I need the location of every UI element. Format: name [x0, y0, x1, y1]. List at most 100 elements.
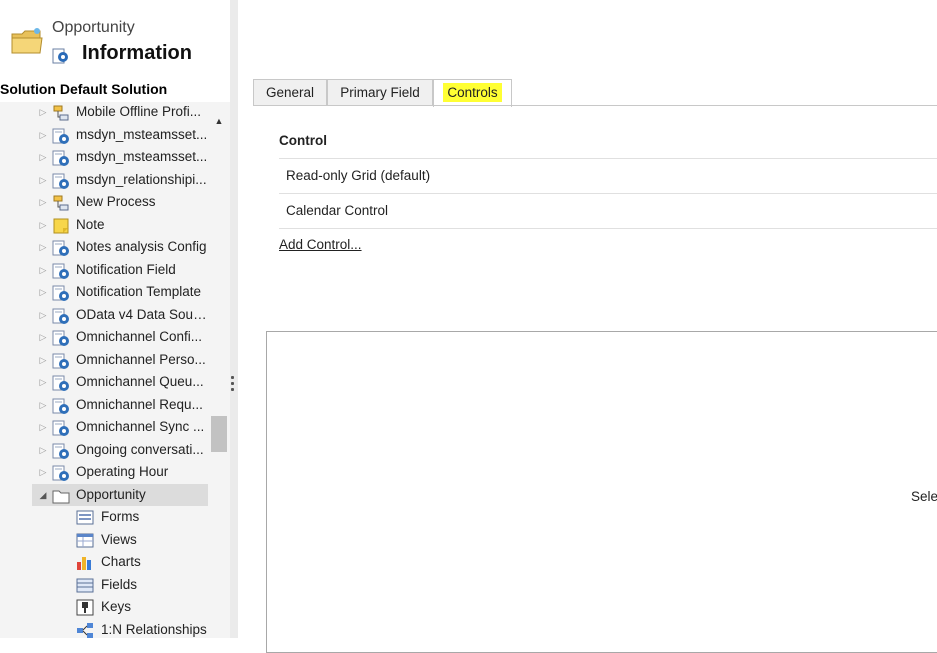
tab-controls[interactable]: Controls: [433, 79, 512, 107]
tree-item-label: Notes analysis Config: [76, 239, 207, 254]
entity-gear-icon: [52, 397, 70, 415]
expand-arrow-icon[interactable]: ▷: [38, 169, 48, 191]
entity-gear-icon: [52, 172, 70, 190]
tree-item[interactable]: ▷ Mobile Offline Profi...: [32, 102, 208, 123]
expand-arrow-icon[interactable]: ▷: [38, 102, 48, 123]
expand-arrow-icon[interactable]: ▷: [38, 259, 48, 281]
control-row-label: Read-only Grid (default): [286, 168, 431, 183]
collapse-arrow-icon[interactable]: ◢: [38, 484, 48, 506]
tab-primary-field[interactable]: Primary Field: [327, 79, 433, 106]
expand-arrow-icon[interactable]: ▷: [38, 439, 48, 461]
entity-gear-icon: [52, 352, 70, 370]
relationships-icon: [76, 622, 94, 639]
expand-arrow-icon[interactable]: ▷: [38, 349, 48, 371]
tree-item[interactable]: ▷ Omnichannel Confi...: [32, 326, 208, 348]
process-icon: [52, 194, 70, 212]
forms-icon: [76, 509, 94, 526]
entity-gear-icon: [52, 464, 70, 482]
tree-item-label: OData v4 Data Sour...: [76, 306, 208, 322]
expand-arrow-icon[interactable]: ▷: [38, 461, 48, 483]
tree-item-label: Notification Template: [76, 284, 202, 299]
expand-arrow-icon[interactable]: ▷: [38, 394, 48, 416]
tree-item[interactable]: ◢ Opportunity: [32, 483, 208, 506]
entity-gear-icon: [52, 127, 70, 145]
expand-arrow-icon[interactable]: ▷: [38, 416, 48, 438]
tab-label: Controls: [443, 83, 502, 102]
tree-item[interactable]: ▷ Omnichannel Perso...: [32, 349, 208, 371]
expand-arrow-icon[interactable]: ▷: [38, 124, 48, 146]
add-control-link[interactable]: Add Control...: [279, 237, 362, 252]
entity-gear-icon: [52, 239, 70, 257]
tree-item[interactable]: ▷ Omnichannel Queu...: [32, 371, 208, 393]
control-row-label: Calendar Control: [286, 203, 389, 218]
entity-gear-icon: [52, 262, 70, 280]
tree-item-label: Ongoing conversati...: [76, 441, 204, 457]
scrollbar-thumb[interactable]: [211, 416, 227, 452]
expand-arrow-icon[interactable]: ▷: [38, 281, 48, 303]
tree-item-label: Omnichannel Confi...: [76, 329, 203, 344]
tree-item[interactable]: ▷ Notes analysis Config: [32, 236, 208, 258]
tree-subitem-label: Forms: [101, 509, 140, 524]
tree-item-label: Notification Field: [76, 261, 176, 277]
tree-item[interactable]: ▷ Omnichannel Requ...: [32, 394, 208, 416]
charts-icon: [76, 554, 94, 571]
expand-arrow-icon[interactable]: ▷: [38, 236, 48, 258]
tree-item[interactable]: ▷ msdyn_msteamsset...: [32, 146, 208, 168]
keys-icon: [76, 599, 94, 616]
tree-item[interactable]: ▷ msdyn_relationshipi...: [32, 169, 208, 191]
entity-gear-icon: [52, 307, 70, 325]
page-title: Information: [82, 42, 192, 64]
tree-item[interactable]: ▷ Omnichannel Sync ...: [32, 416, 208, 438]
solution-tree: ▷ Mobile Offline Profi... ▷ msdyn_msteamsse…: [0, 102, 230, 638]
tree-item-label: Mobile Offline Profi...: [76, 104, 202, 119]
controls-column-header: Control: [279, 124, 937, 159]
expand-arrow-icon[interactable]: ▷: [38, 146, 48, 168]
tree-item-label: Operating Hour: [76, 464, 169, 479]
tab-label: General: [265, 85, 315, 100]
tree-item[interactable]: ▷ Ongoing conversati...: [32, 439, 208, 461]
tab-general[interactable]: General: [253, 79, 327, 106]
tab-label: Primary Field: [340, 85, 420, 100]
tree-item[interactable]: ▷ Notification Template: [32, 281, 208, 303]
entity-gear-icon: [52, 419, 70, 437]
expand-arrow-icon[interactable]: ▷: [38, 191, 48, 213]
panel-splitter[interactable]: [230, 0, 238, 638]
expand-arrow-icon[interactable]: ▷: [38, 214, 48, 236]
control-row-calendar-control[interactable]: Calendar Control: [279, 194, 937, 229]
scroll-up-button[interactable]: ▲: [212, 116, 226, 128]
header: Opportunity Information: [0, 0, 230, 78]
splitter-grip-icon[interactable]: [231, 376, 235, 400]
entity-gear-icon: [52, 149, 70, 167]
note-icon: [52, 217, 70, 235]
folder-icon: [11, 28, 43, 54]
tree-item[interactable]: ▷ New Process: [32, 191, 208, 213]
tree-item-label: Opportunity: [76, 486, 146, 502]
tree-subitem-label: Keys: [101, 599, 132, 614]
tree-item-label: Note: [76, 216, 105, 232]
solution-title: Solution Default Solution: [0, 81, 168, 97]
tree-item-label: Omnichannel Requ...: [76, 396, 203, 412]
control-row-read-only-grid[interactable]: Read-only Grid (default): [279, 159, 937, 194]
expand-arrow-icon[interactable]: ▷: [38, 326, 48, 348]
tree-item[interactable]: ▷ OData v4 Data Sour...: [32, 304, 208, 326]
tree-item[interactable]: ▷ msdyn_msteamsset...: [32, 124, 208, 146]
fields-icon: [76, 577, 94, 594]
entity-gear-icon: [52, 48, 68, 64]
process-icon: [52, 104, 70, 122]
tree-item-label: New Process: [76, 194, 156, 209]
preview-placeholder-text: Selec: [911, 489, 937, 504]
tree-item[interactable]: ▷ Operating Hour: [32, 461, 208, 483]
scrollbar-track[interactable]: [211, 130, 227, 635]
expand-arrow-icon[interactable]: ▷: [38, 371, 48, 393]
tree-item-label: msdyn_msteamsset...: [76, 149, 208, 164]
views-icon: [76, 532, 94, 549]
tree-item-label: msdyn_msteamsset...: [76, 126, 208, 142]
entity-gear-icon: [52, 442, 70, 460]
tree-subitem-label: Charts: [101, 554, 141, 569]
tree-item-label: Omnichannel Sync ...: [76, 419, 205, 434]
expand-arrow-icon[interactable]: ▷: [38, 304, 48, 326]
tree-item-label: Omnichannel Queu...: [76, 374, 204, 389]
tree-item[interactable]: ▷ Notification Field: [32, 259, 208, 281]
entity-gear-icon: [52, 374, 70, 392]
tree-item[interactable]: ▷ Note: [32, 214, 208, 236]
